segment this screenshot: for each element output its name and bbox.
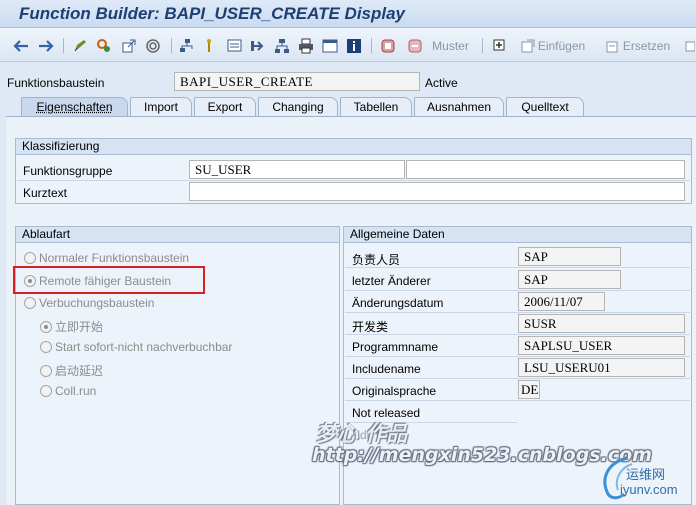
row-divider <box>345 267 690 268</box>
title-bar: Function Builder: BAPI_USER_CREATE Displ… <box>0 0 696 28</box>
more-icon[interactable] <box>684 37 696 54</box>
include-name-label: Includename <box>352 362 421 376</box>
last-changed-by-label: letzter Änderer <box>352 274 431 288</box>
tab-import[interactable]: Import <box>130 97 192 116</box>
radio-button-icon <box>40 385 52 397</box>
toolbar-separator <box>171 38 172 53</box>
short-text-label: Kurztext <box>23 186 68 200</box>
application-toolbar: Muster Einfügen Ersetzen <box>0 28 696 62</box>
forward-arrow-icon[interactable] <box>37 37 55 54</box>
ersetzen-button[interactable]: Ersetzen <box>603 37 673 54</box>
short-text-field[interactable] <box>189 182 685 201</box>
tab-quelltext[interactable]: Quelltext <box>506 97 584 116</box>
radio-start-immediately[interactable]: 立即开始 <box>40 318 103 335</box>
display-object-list-icon[interactable] <box>226 37 244 54</box>
structure-icon[interactable] <box>273 37 291 54</box>
hierarchy-icon[interactable] <box>178 37 196 54</box>
function-module-label: Funktionsbaustein <box>7 76 105 90</box>
row-divider <box>345 356 690 357</box>
package-field: SUSR <box>518 314 685 333</box>
radio-button-icon <box>24 297 36 309</box>
changed-on-label: Änderungsdatum <box>352 296 444 310</box>
radio-normal-function-module[interactable]: Normaler Funktionsbaustein <box>24 251 189 265</box>
info-pin-icon[interactable] <box>202 37 216 54</box>
general-data-header: Allgemeine Daten <box>344 227 691 243</box>
function-group-label: Funktionsgruppe <box>23 164 113 178</box>
window-title: Function Builder: BAPI_USER_CREATE Displ… <box>19 4 406 23</box>
function-group-field[interactable]: SU_USER <box>189 160 405 179</box>
function-group-text-field[interactable] <box>406 160 685 179</box>
other-object-icon[interactable] <box>120 37 138 54</box>
processing-type-header: Ablaufart <box>16 227 339 243</box>
toolbar-separator <box>63 38 64 53</box>
toolbar-separator <box>482 38 483 53</box>
muster-label: Muster <box>432 38 469 53</box>
ersetzen-label: Ersetzen <box>622 38 671 53</box>
help-info-icon[interactable] <box>345 37 363 54</box>
activation-status: Active <box>425 76 458 90</box>
changed-on-field: 2006/11/07 <box>518 292 605 311</box>
original-language-label: Originalsprache <box>352 384 437 398</box>
radio-button-icon <box>40 364 52 377</box>
watermark-site-en: iyunv.com <box>620 482 678 497</box>
insert-statement-icon[interactable] <box>491 37 509 54</box>
radio-button-icon <box>24 252 36 264</box>
tab-eigenschaften[interactable]: Eigenschaften <box>21 97 128 116</box>
einfuegen-button[interactable]: Einfügen <box>517 37 589 54</box>
printer-icon[interactable] <box>297 37 315 54</box>
radio-collective-run[interactable]: Coll.run <box>40 384 96 398</box>
muster-button[interactable]: Muster <box>403 37 473 54</box>
tab-tabellen[interactable]: Tabellen <box>340 97 412 116</box>
radio-button-selected-icon <box>40 320 52 333</box>
display-change-icon[interactable] <box>95 37 113 54</box>
back-arrow-icon[interactable] <box>12 37 30 54</box>
program-name-field: SAPLSU_USER <box>518 336 685 355</box>
row-divider <box>345 290 690 291</box>
row-divider <box>345 400 690 401</box>
radio-button-icon <box>40 341 52 353</box>
pattern-icon[interactable] <box>379 37 397 54</box>
edit-pencil-icon[interactable] <box>71 37 89 54</box>
tab-ausnahmen[interactable]: Ausnahmen <box>414 97 504 116</box>
include-name-field: LSU_USERU01 <box>518 358 685 377</box>
last-changed-by-field: SAP <box>518 270 621 289</box>
person-responsible-label: 负责人员 <box>352 253 401 267</box>
row-divider <box>345 334 690 335</box>
person-responsible-field: SAP <box>518 247 621 266</box>
radio-start-immediately-no-restart[interactable]: Start sofort-nicht nachverbuchbar <box>40 340 232 354</box>
tab-export[interactable]: Export <box>194 97 256 116</box>
row-divider <box>17 180 690 181</box>
highlight-annotation-box <box>13 266 205 294</box>
watermark-site-logo: 运维网 iyunv.com <box>598 452 694 502</box>
navigation-window-icon[interactable] <box>249 37 267 54</box>
original-language-field: DE <box>518 380 540 399</box>
radio-update-module[interactable]: Verbuchungsbaustein <box>24 296 154 310</box>
row-divider <box>345 312 690 313</box>
row-divider <box>345 378 690 379</box>
package-label: 开发类 <box>352 320 389 334</box>
classification-header: Klassifizierung <box>16 139 691 155</box>
radio-start-delayed[interactable]: 启动延迟 <box>40 362 103 379</box>
activate-icon[interactable] <box>144 37 162 54</box>
layout-icon[interactable] <box>321 37 339 54</box>
program-name-label: Programmname <box>352 340 439 354</box>
watermark-site-cn: 运维网 <box>626 468 666 483</box>
einfuegen-label: Einfügen <box>537 38 586 53</box>
tab-changing[interactable]: Changing <box>258 97 338 116</box>
toolbar-separator <box>371 38 372 53</box>
function-module-field[interactable]: BAPI_USER_CREATE <box>174 72 420 91</box>
